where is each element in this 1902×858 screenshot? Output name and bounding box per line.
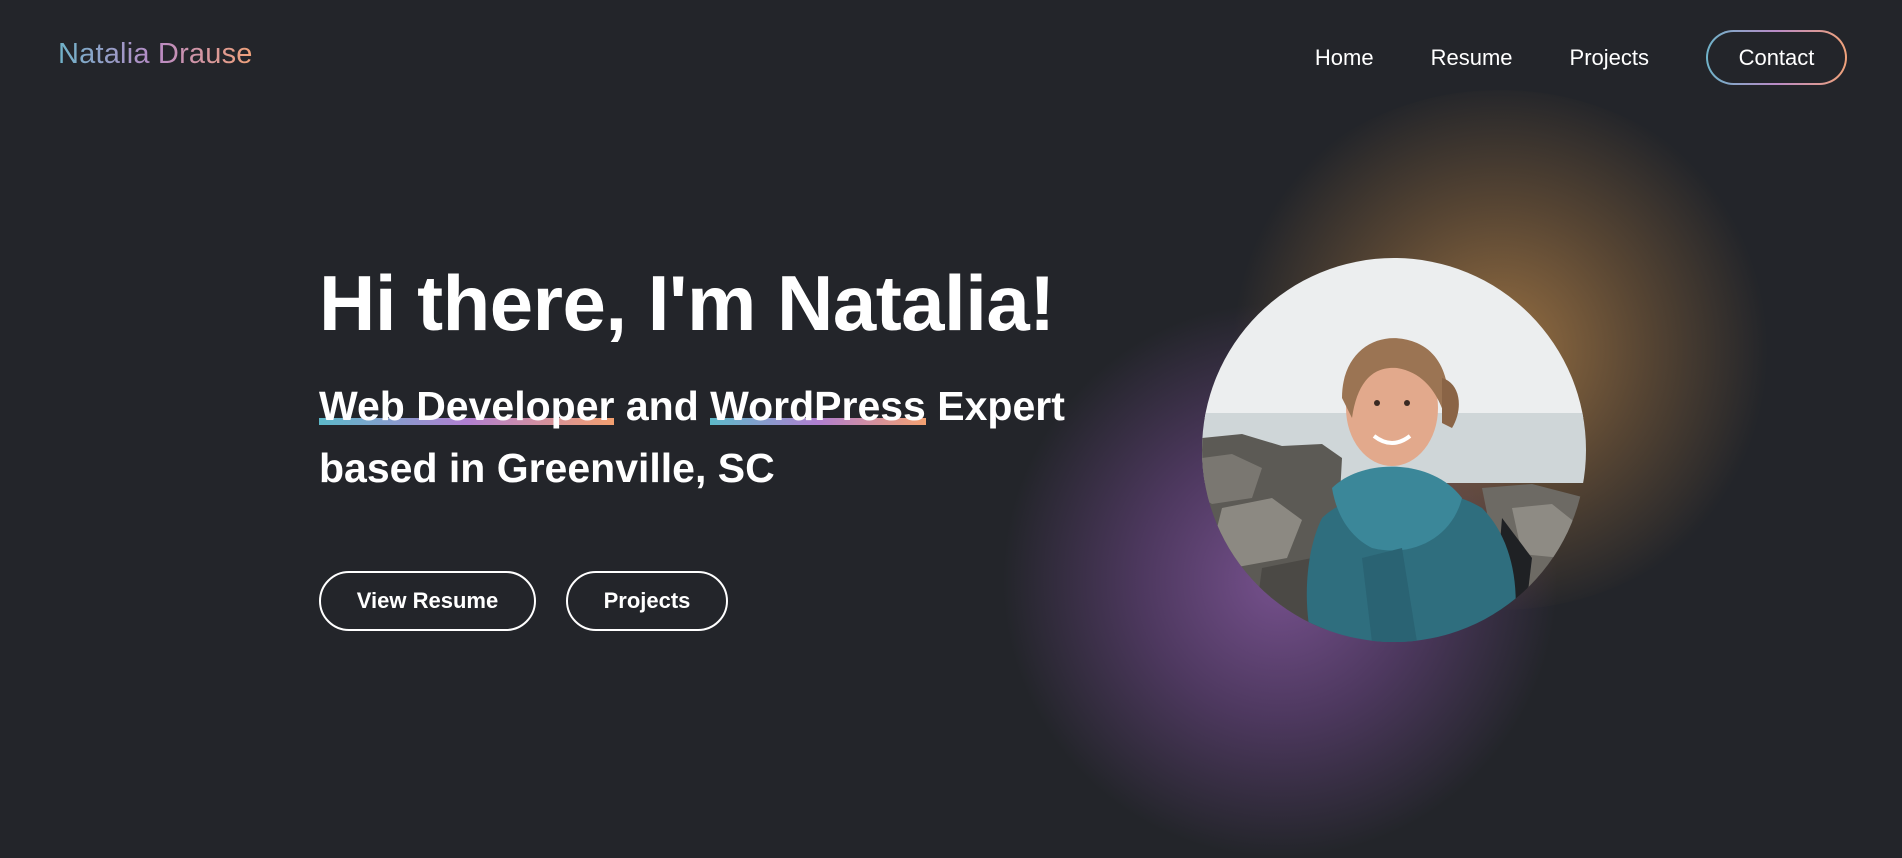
- contact-button[interactable]: Contact: [1706, 30, 1847, 85]
- site-logo[interactable]: Natalia Drause: [58, 38, 253, 71]
- page: Natalia Drause Home Resume Projects Cont…: [0, 0, 1902, 858]
- view-resume-button[interactable]: View Resume: [319, 571, 536, 631]
- highlight-web-developer: Web Developer: [319, 383, 615, 429]
- hero-section: Hi there, I'm Natalia! Web Developer and…: [319, 255, 1099, 499]
- hero-buttons: View Resume Projects: [319, 571, 728, 631]
- hero-title: Hi there, I'm Natalia!: [319, 259, 1055, 347]
- main-nav: Home Resume Projects Contact: [1315, 30, 1847, 85]
- nav-home-link[interactable]: Home: [1315, 32, 1374, 84]
- nav-projects-link[interactable]: Projects: [1570, 32, 1649, 84]
- nav-resume-link[interactable]: Resume: [1431, 32, 1513, 84]
- subtitle-and: and: [614, 383, 711, 429]
- subtitle-location: based in Greenville, SC: [319, 445, 775, 491]
- highlight-wordpress: WordPress: [710, 383, 926, 429]
- contact-button-label: Contact: [1708, 32, 1845, 83]
- subtitle-expert: Expert: [925, 383, 1065, 429]
- hero-subtitle: Web Developer and WordPress Expert based…: [319, 375, 1099, 499]
- profile-photo-illustration: [1202, 258, 1586, 642]
- profile-photo: [1202, 258, 1586, 642]
- projects-button[interactable]: Projects: [566, 571, 728, 631]
